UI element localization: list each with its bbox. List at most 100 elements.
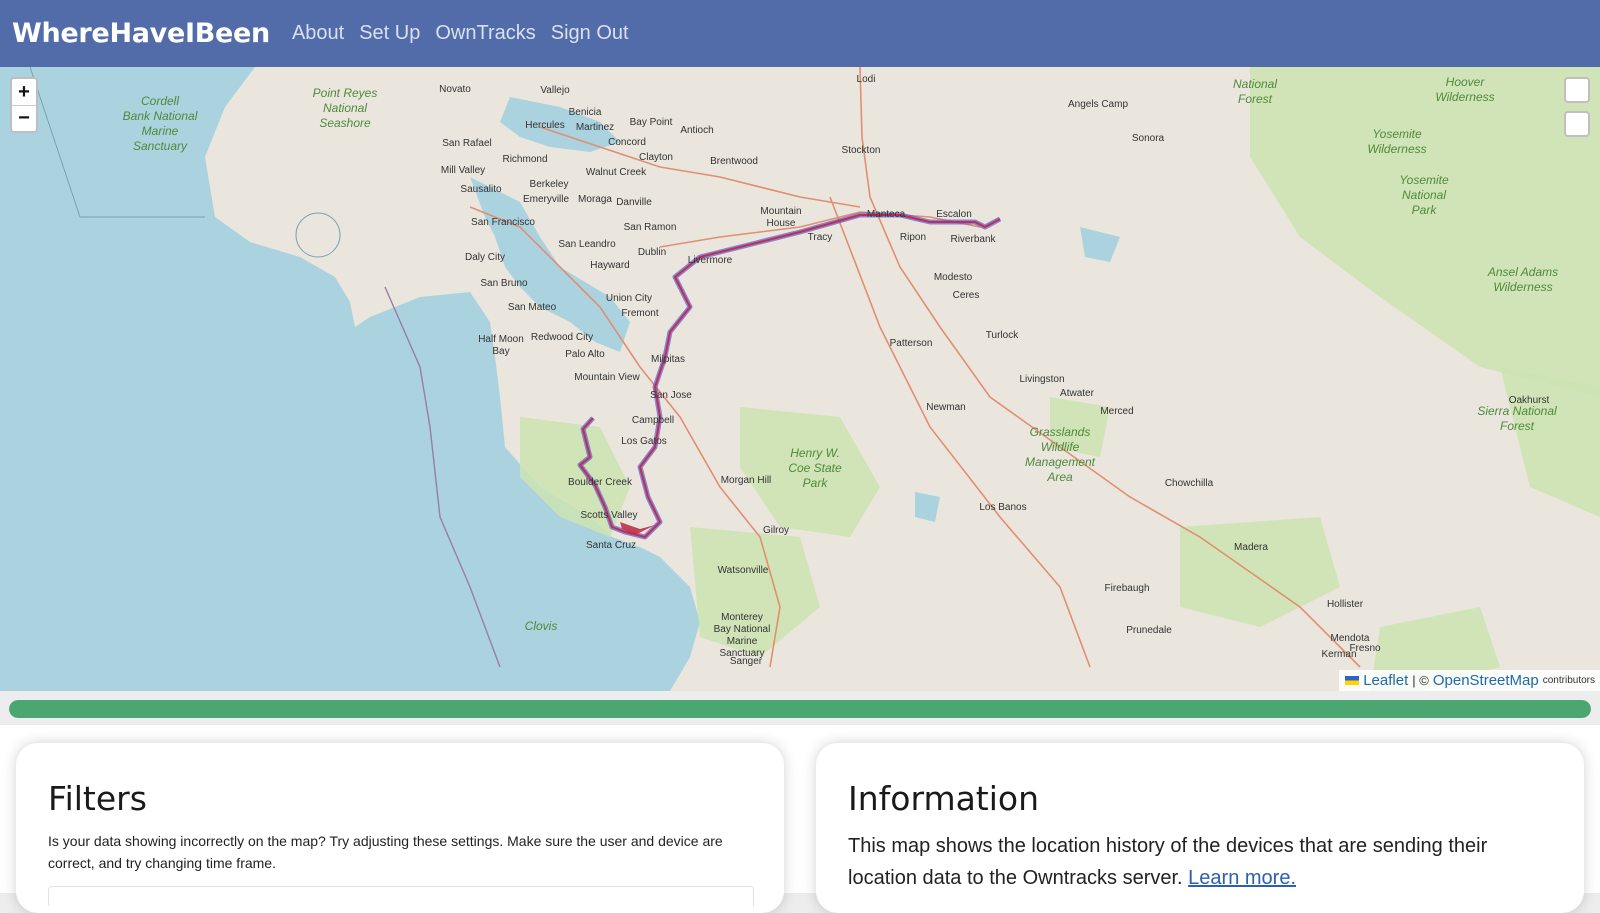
map-place-label: Ceres — [953, 290, 980, 301]
nav-link-about[interactable]: About — [292, 22, 344, 45]
brand-logo[interactable]: WhereHaveIBeen — [12, 18, 270, 49]
filters-description: Is your data showing incorrectly on the … — [48, 833, 723, 871]
map-place-label: Milpitas — [651, 354, 685, 365]
map-place-label: Hercules — [525, 120, 564, 131]
map-place-label: Berkeley — [530, 179, 569, 190]
map-place-label: Merced — [1100, 406, 1133, 417]
layer-toggle-2[interactable] — [1564, 111, 1590, 137]
map-place-label: Union City — [606, 293, 652, 304]
map-place-label: Los Banos — [979, 502, 1026, 513]
map-place-label: National Forest — [1233, 77, 1277, 106]
map-place-label: Clovis — [525, 619, 558, 633]
zoom-in-button[interactable]: + — [12, 79, 36, 105]
loading-progress-bar — [9, 700, 1591, 718]
map-place-label: San Leandro — [558, 239, 616, 250]
map-place-label: Fremont — [621, 308, 658, 319]
leaflet-link[interactable]: Leaflet — [1363, 672, 1408, 689]
progress-fill — [9, 700, 1591, 718]
map-place-label: Stockton — [842, 145, 881, 156]
map-place-label: Madera — [1234, 542, 1268, 553]
map-place-label: Fresno — [1349, 643, 1381, 654]
map-tiles[interactable]: Cordell Bank National Marine SanctuaryPoint… — [0, 67, 1600, 691]
map-place-label: Palo Alto — [565, 349, 605, 360]
map-place-label: Benicia — [569, 107, 602, 118]
map-place-label: Prunedale — [1126, 625, 1172, 636]
map-place-label: Chowchilla — [1165, 478, 1214, 489]
filters-card: Filters Is your data showing incorrectly… — [16, 743, 784, 913]
map-place-label: Escalon — [936, 209, 972, 220]
nav-link-owntracks[interactable]: OwnTracks — [435, 22, 535, 45]
map-place-label: Hollister — [1327, 599, 1364, 610]
zoom-control: + − — [10, 77, 38, 133]
map-place-label: San Francisco — [471, 217, 535, 228]
map-place-label: Watsonville — [718, 565, 769, 576]
map-place-label: Patterson — [890, 338, 933, 349]
map-place-label: Emeryville — [523, 194, 570, 205]
map-place-label: San Ramon — [624, 222, 677, 233]
map-place-label: Newman — [926, 402, 965, 413]
map-place-label: Novato — [439, 84, 471, 95]
nav-link-set-up[interactable]: Set Up — [359, 22, 420, 45]
information-description: This map shows the location history of t… — [848, 830, 1552, 894]
map-place-label: Atwater — [1060, 388, 1095, 399]
map-place-label: Bay Point — [630, 117, 673, 128]
learn-more-link[interactable]: Learn more. — [1188, 867, 1296, 889]
map-place-label: San Jose — [650, 390, 692, 401]
map-place-label: Vallejo — [540, 85, 570, 96]
location-map[interactable]: Cordell Bank National Marine Sanctuary Point… — [0, 67, 1600, 691]
map-place-label: Santa Cruz — [586, 540, 636, 551]
map-place-label: Riverbank — [950, 234, 996, 245]
map-place-label: Angels Camp — [1068, 99, 1128, 110]
map-place-label: Sonora — [1132, 133, 1165, 144]
map-place-label: Sanger — [730, 656, 763, 667]
map-place-label: Redwood City — [531, 332, 593, 343]
attribution-separator: | © — [1412, 673, 1429, 688]
zoom-out-button[interactable]: − — [12, 105, 36, 131]
ukraine-flag-icon — [1345, 676, 1360, 685]
map-place-label: Lodi — [857, 74, 876, 85]
map-place-label: San Rafael — [442, 138, 491, 149]
map-place-label: Ripon — [900, 232, 926, 243]
map-place-label: Richmond — [502, 154, 547, 165]
map-place-label: Dublin — [638, 247, 666, 258]
map-place-label: Danville — [616, 197, 652, 208]
map-place-label: Yosemite Wilderness — [1367, 127, 1426, 156]
attribution-contributors: contributors — [1542, 675, 1595, 686]
top-navbar: WhereHaveIBeen About Set Up OwnTracks Si… — [0, 0, 1600, 67]
map-place-label: Livingston — [1019, 374, 1064, 385]
map-place-label: Sausalito — [460, 184, 502, 195]
map-place-label: Ansel Adams Wilderness — [1487, 265, 1558, 294]
map-place-label: Martinez — [576, 122, 614, 133]
map-place-label: Tracy — [808, 232, 833, 243]
filters-title: Filters — [48, 779, 147, 818]
nav-link-sign-out[interactable]: Sign Out — [551, 22, 629, 45]
layer-toggle-1[interactable] — [1564, 77, 1590, 103]
map-place-label: Modesto — [934, 272, 973, 283]
information-title: Information — [848, 779, 1040, 818]
map-place-label: Los Gatos — [621, 436, 667, 447]
map-place-label: San Bruno — [480, 278, 528, 289]
map-place-label: Boulder Creek — [568, 477, 633, 488]
map-place-label: Moraga — [578, 194, 612, 205]
map-place-label: Daly City — [465, 252, 505, 263]
map-place-label: Concord — [608, 137, 646, 148]
information-text: This map shows the location history of t… — [848, 835, 1488, 889]
map-place-label: Livermore — [688, 255, 733, 266]
map-place-label: Turlock — [986, 330, 1019, 341]
map-place-label: Hayward — [590, 260, 629, 271]
openstreetmap-link[interactable]: OpenStreetMap — [1433, 672, 1539, 689]
map-place-label: Brentwood — [710, 156, 758, 167]
map-place-label: Campbell — [632, 415, 674, 426]
map-place-label: Antioch — [680, 125, 713, 136]
map-place-label: Scotts Valley — [580, 510, 637, 521]
map-place-label: Firebaugh — [1104, 583, 1149, 594]
filters-form — [48, 886, 754, 906]
map-place-label: Mill Valley — [441, 165, 485, 176]
map-place-label: Walnut Creek — [586, 167, 647, 178]
map-place-label: Mountain House — [760, 206, 801, 229]
map-place-label: Morgan Hill — [721, 475, 772, 486]
map-place-label: Mountain View — [574, 372, 640, 383]
map-place-label: Clayton — [639, 152, 673, 163]
map-place-label: San Mateo — [508, 302, 557, 313]
information-card: Information This map shows the location … — [816, 743, 1584, 913]
